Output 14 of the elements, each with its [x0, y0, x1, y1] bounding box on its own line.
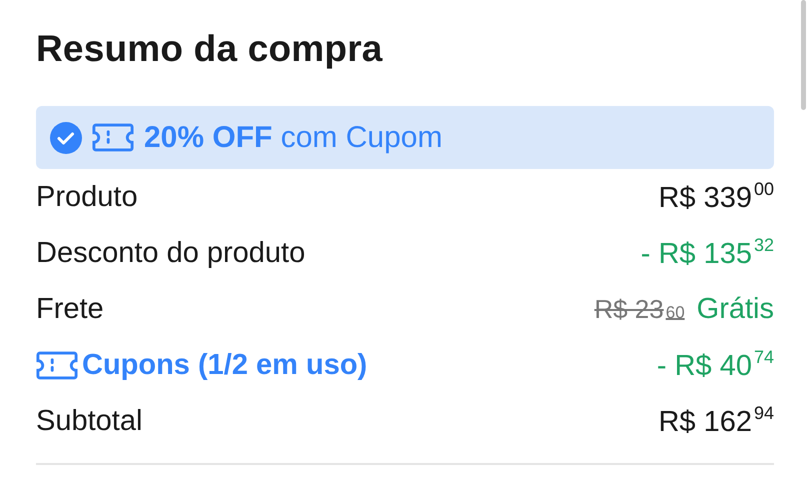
row-label: Frete: [36, 292, 104, 326]
price: - R$ 40$^{74}$: [656, 347, 774, 383]
price: - R$ 135$^{32}$: [640, 235, 774, 271]
section-title: Resumo da compra: [36, 28, 384, 70]
free-label: Grátis: [696, 292, 774, 326]
row-label: Subtotal: [36, 404, 142, 438]
coupons-link[interactable]: Cupons (1/2 em uso): [36, 348, 368, 382]
row-label: Produto: [36, 180, 138, 214]
ticket-icon: [36, 350, 78, 380]
row-label: Desconto do produto: [36, 236, 306, 270]
ticket-icon: [92, 123, 134, 152]
promo-text: 20% OFF com Cupom: [144, 120, 442, 154]
price: R$ 339$^{00}$: [658, 179, 774, 215]
price: R$ 162$^{94}$: [658, 403, 774, 439]
